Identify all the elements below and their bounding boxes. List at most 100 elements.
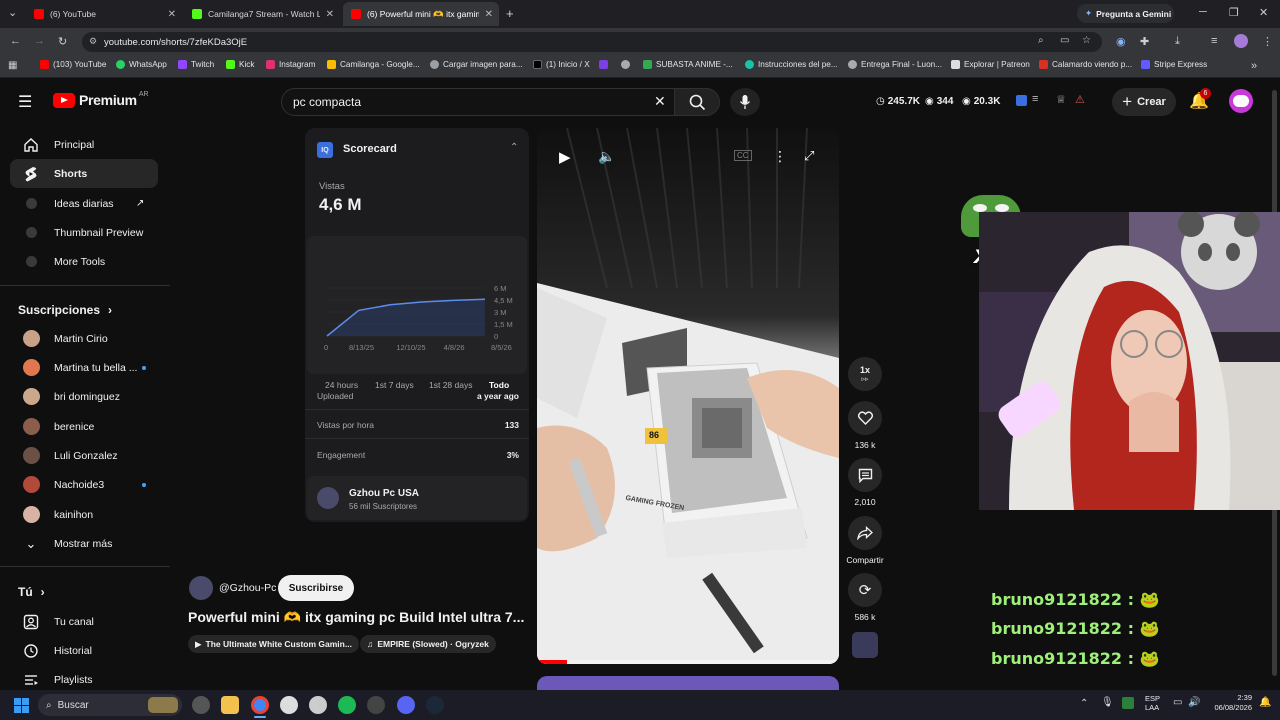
bookmark-twitch[interactable]: Twitch [178, 60, 214, 69]
minimize-icon[interactable]: ─ [1199, 6, 1207, 18]
sidebar-sub-martina[interactable]: Martina tu bella ... [10, 353, 158, 382]
back-icon[interactable]: ← [10, 35, 21, 47]
obs-icon-secondary[interactable] [309, 696, 327, 714]
apps-grid-icon[interactable]: ▦ [8, 60, 17, 71]
close-icon[interactable]: ✕ [168, 9, 176, 20]
account-avatar[interactable] [1229, 89, 1253, 113]
sidebar-sub-berenice[interactable]: berenice [10, 412, 158, 441]
taskbar-search-field[interactable]: ⌕ Buscar [38, 694, 182, 716]
search-button[interactable] [674, 88, 720, 116]
fullscreen-icon[interactable]: ⤢ [804, 148, 814, 164]
windows-start-icon[interactable] [14, 698, 29, 713]
language-indicator[interactable]: ESP LAA [1145, 694, 1160, 712]
subscribe-button[interactable]: Suscribirse [278, 575, 354, 601]
file-explorer-icon[interactable] [221, 696, 239, 714]
comments-button[interactable]: 2,010 [848, 458, 882, 507]
new-tab-icon[interactable]: + [506, 6, 514, 21]
bookmark-entrega-final[interactable]: Entrega Final - Luon... [848, 60, 942, 69]
youtube-premium-logo[interactable]: Premium AR [53, 91, 149, 108]
more-options-icon[interactable]: ⋮ [773, 148, 787, 165]
volume-icon[interactable]: 🔈 [598, 148, 615, 165]
obs-icon[interactable] [280, 696, 298, 714]
bookmark-stripe[interactable]: Stripe Express [1141, 60, 1207, 69]
sidebar-sub-luli-gonzalez[interactable]: Luli Gonzalez [10, 441, 158, 470]
chrome-icon[interactable] [251, 696, 269, 714]
range-all[interactable]: Todo [489, 380, 509, 390]
range-24h[interactable]: 24 hours [325, 380, 358, 390]
list-icon[interactable]: ≡ [1032, 93, 1038, 105]
vidiq-icon[interactable] [1016, 95, 1027, 106]
sidebar-sub-martin-cirio[interactable]: Martin Cirio [10, 324, 158, 353]
show-hidden-icons-icon[interactable]: ⌃ [1080, 698, 1088, 709]
sidebar-item-tu-canal[interactable]: Tu canal [10, 607, 158, 636]
zoom-icon[interactable]: ⌕ [1038, 35, 1044, 46]
bookmark-whatsapp[interactable]: WhatsApp [116, 60, 167, 69]
show-more-button[interactable]: ⌄ Mostrar más [10, 529, 158, 558]
tab-current-short[interactable]: (6) Powerful mini 🫶 itx gamin ✕ [343, 2, 499, 26]
related-video-chip[interactable]: ▶ The Ultimate White Custom Gamin... [188, 635, 359, 653]
bookmark-kick[interactable]: Kick [226, 60, 254, 69]
notifications-button[interactable]: 🔔 6 [1189, 88, 1211, 111]
music-chip[interactable]: ♫ EMPIRE (Slowed) · Ogryzek [360, 635, 496, 653]
chrome-menu-icon[interactable]: ⋮ [1262, 35, 1273, 48]
range-7d[interactable]: 1st 7 days [375, 380, 414, 390]
voice-search-button[interactable] [730, 88, 760, 116]
tab-youtube[interactable]: (6) YouTube ✕ [26, 2, 182, 26]
sidebar-item-ideas-diarias[interactable]: Ideas diarias ↗ [10, 189, 158, 218]
sidebar-sub-nachoide3[interactable]: Nachoide3 [10, 470, 158, 499]
sidebar-item-thumbnail-preview[interactable]: Thumbnail Preview [10, 218, 158, 247]
microphone-icon[interactable]: 🎙 [1101, 697, 1114, 708]
close-icon[interactable]: ✕ [326, 9, 334, 20]
alert-icon[interactable]: ⚠ [1075, 93, 1085, 106]
hamburger-menu-icon[interactable]: ☰ [18, 92, 32, 112]
system-clock[interactable]: 2:39 06/08/2026 [1208, 693, 1252, 713]
bookmark-globe[interactable] [621, 60, 634, 69]
tab-kick-stream[interactable]: Camilanga7 Stream - Watch Liv ✕ [184, 2, 340, 26]
play-icon[interactable]: ▶ [559, 148, 571, 166]
bookmark-instagram[interactable]: Instagram [266, 60, 315, 69]
tab-search-icon[interactable]: ⌄ [8, 6, 17, 19]
bookmark-google-drive[interactable]: Camilanga - Google... [327, 60, 420, 69]
bookmark-youtube[interactable]: (103) YouTube [40, 60, 106, 69]
discord-icon[interactable] [397, 696, 415, 714]
forward-icon[interactable]: → [34, 35, 45, 47]
bookmark-x[interactable]: (1) Inicio / X [533, 60, 590, 69]
steam-icon[interactable] [426, 696, 444, 714]
captions-icon[interactable]: CC [734, 150, 752, 161]
cast-icon[interactable]: ▭ [1060, 35, 1069, 46]
you-heading[interactable]: Tú › [18, 585, 45, 599]
taskbar-app-icon[interactable] [192, 696, 210, 714]
url-field[interactable]: ⚙ youtube.com/shorts/7zfeKDa3OjE ⌕ ▭ ☆ [82, 32, 1102, 52]
subscriptions-heading[interactable]: Suscripciones › [18, 303, 112, 317]
bookmark-purple[interactable] [599, 60, 612, 69]
channel-card[interactable]: Gzhou Pc USA 56 mil Suscriptores [307, 476, 527, 520]
download-icon[interactable]: ⤓ [1175, 35, 1180, 48]
network-icon[interactable]: ▭ [1173, 697, 1182, 708]
reload-icon[interactable]: ↻ [58, 35, 67, 48]
video-progress-track[interactable] [537, 660, 839, 664]
bookmark-star-icon[interactable]: ☆ [1082, 35, 1091, 46]
sidebar-item-historial[interactable]: Historial [10, 636, 158, 665]
media-controls-icon[interactable]: ≡ [1211, 35, 1217, 47]
bookmark-subasta-anime[interactable]: SUBASTA ANIME -... [643, 60, 733, 69]
bookmark-instrucciones[interactable]: Instrucciones del pe... [745, 60, 838, 69]
gemini-button[interactable]: ✦ Pregunta a Gemini [1077, 4, 1174, 23]
notification-center-icon[interactable]: 🔔 [1259, 697, 1271, 708]
create-button[interactable]: + Crear [1112, 88, 1176, 116]
spotify-icon[interactable] [338, 696, 356, 714]
remix-button[interactable]: ⟳ 586 k [848, 573, 882, 622]
bookmark-patreon[interactable]: Explorar | Patreon [951, 60, 1030, 69]
stream-deck-icon[interactable] [367, 696, 385, 714]
search-input[interactable]: pc compacta ✕ [281, 88, 675, 116]
collapse-chevron-icon[interactable]: ⌃ [510, 142, 518, 153]
maximize-icon[interactable]: ❐ [1229, 6, 1239, 19]
close-icon[interactable]: ✕ [485, 9, 493, 20]
like-button[interactable]: 136 k [848, 401, 882, 450]
site-info-icon[interactable]: ⚙ [89, 36, 97, 47]
share-button[interactable]: Compartir [846, 516, 884, 565]
short-video-player[interactable]: GAMING FROZEN 86 ▶ 🔈 CC ⋮ ⤢ [537, 128, 839, 664]
extension-icon[interactable]: ◉ [1116, 35, 1126, 48]
extensions-puzzle-icon[interactable]: ✚ [1140, 35, 1149, 48]
next-short-preview[interactable] [537, 676, 839, 690]
sidebar-item-principal[interactable]: Principal [10, 130, 158, 159]
